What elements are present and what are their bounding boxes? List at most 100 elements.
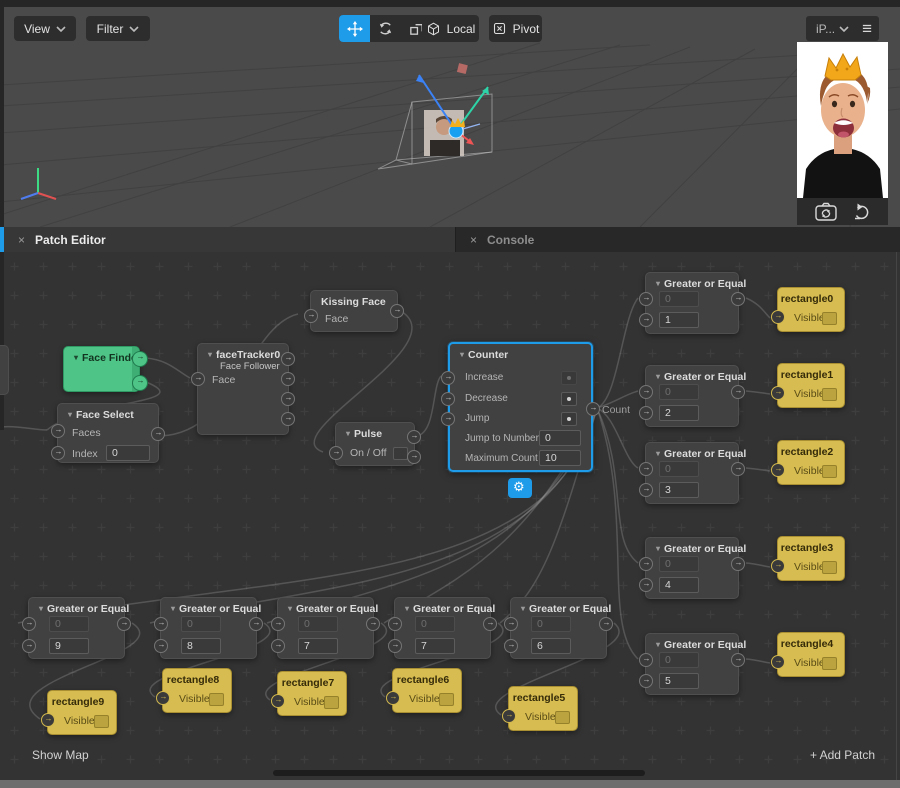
input-port-icon[interactable]: [329, 446, 343, 460]
input-port-icon[interactable]: [271, 694, 285, 708]
visible-checkbox[interactable]: [822, 465, 837, 478]
patch-node-face-select[interactable]: Face Select Faces Index 0: [57, 403, 159, 463]
visible-checkbox[interactable]: [94, 715, 109, 728]
output-port-icon[interactable]: [281, 372, 295, 386]
input-port-icon[interactable]: [154, 639, 168, 653]
goe-threshold-field[interactable]: 6: [531, 638, 571, 654]
patch-node-kissing-face[interactable]: Kissing Face Face: [310, 290, 398, 332]
input-port-icon[interactable]: [191, 372, 205, 386]
output-port-icon[interactable]: [132, 375, 148, 391]
patch-node-greater-or-equal[interactable]: Greater or Equal 0 5: [645, 633, 739, 695]
output-port-icon[interactable]: [731, 385, 745, 399]
input-port-icon[interactable]: [639, 483, 653, 497]
goe-input-field[interactable]: 0: [49, 616, 89, 632]
filter-dropdown[interactable]: Filter: [86, 16, 150, 41]
goe-input-field[interactable]: 0: [531, 616, 571, 632]
output-port-icon[interactable]: [281, 352, 295, 366]
input-port-icon[interactable]: [639, 462, 653, 476]
goe-threshold-field[interactable]: 2: [659, 405, 699, 421]
on-off-checkbox[interactable]: [393, 447, 408, 460]
output-port-icon[interactable]: [407, 450, 421, 464]
patch-node-rectangle[interactable]: rectangle9 Visible: [47, 690, 117, 735]
input-port-icon[interactable]: [504, 639, 518, 653]
offscreen-patch-node[interactable]: [0, 345, 9, 395]
goe-input-field[interactable]: 0: [659, 291, 699, 307]
patch-editor-canvas[interactable]: Kissing Face Face Face Finder faceTracke…: [0, 252, 900, 780]
input-port-icon[interactable]: [386, 691, 400, 705]
goe-threshold-field[interactable]: 4: [659, 577, 699, 593]
input-port-icon[interactable]: [388, 639, 402, 653]
input-port-icon[interactable]: [51, 424, 65, 438]
input-port-icon[interactable]: [22, 639, 36, 653]
input-port-icon[interactable]: [304, 309, 318, 323]
input-port-icon[interactable]: [639, 313, 653, 327]
move-tool-button[interactable]: [339, 15, 370, 42]
pulse-trigger-button[interactable]: [561, 371, 577, 385]
patch-node-face-finder[interactable]: Face Finder: [63, 346, 140, 392]
output-port-icon[interactable]: [390, 304, 404, 318]
output-port-icon[interactable]: [407, 430, 421, 444]
tab-console[interactable]: × Console: [455, 227, 900, 252]
goe-input-field[interactable]: 0: [415, 616, 455, 632]
tab-patch-editor[interactable]: × Patch Editor: [0, 227, 455, 252]
close-icon[interactable]: ×: [470, 233, 477, 247]
output-port-icon[interactable]: [281, 392, 295, 406]
input-port-icon[interactable]: [441, 412, 455, 426]
input-port-icon[interactable]: [154, 617, 168, 631]
device-dropdown[interactable]: iP...: [806, 22, 839, 36]
visible-checkbox[interactable]: [822, 657, 837, 670]
input-port-icon[interactable]: [639, 292, 653, 306]
3d-viewport[interactable]: View Filter: [0, 7, 900, 227]
goe-input-field[interactable]: 0: [659, 384, 699, 400]
camera-flip-button[interactable]: [814, 202, 838, 222]
patch-node-greater-or-equal[interactable]: Greater or Equal 0 7: [394, 597, 491, 659]
patch-node-greater-or-equal[interactable]: Greater or Equal 0 3: [645, 442, 739, 504]
goe-threshold-field[interactable]: 1: [659, 312, 699, 328]
jump-to-number-field[interactable]: 0: [539, 430, 581, 446]
menu-button[interactable]: ≡: [855, 19, 879, 39]
patch-node-rectangle[interactable]: rectangle5 Visible: [508, 686, 578, 731]
patch-node-greater-or-equal[interactable]: Greater or Equal 0 2: [645, 365, 739, 427]
goe-input-field[interactable]: 0: [659, 556, 699, 572]
input-port-icon[interactable]: [639, 406, 653, 420]
patch-node-rectangle[interactable]: rectangle3 Visible: [777, 536, 845, 581]
patch-node-greater-or-equal[interactable]: Greater or Equal 0 4: [645, 537, 739, 599]
input-port-icon[interactable]: [639, 674, 653, 688]
output-port-icon[interactable]: [599, 617, 613, 631]
input-port-icon[interactable]: [22, 617, 36, 631]
input-port-icon[interactable]: [639, 385, 653, 399]
goe-input-field[interactable]: 0: [659, 461, 699, 477]
pulse-trigger-button[interactable]: [561, 412, 577, 426]
goe-threshold-field[interactable]: 7: [298, 638, 338, 654]
visible-checkbox[interactable]: [209, 693, 224, 706]
goe-input-field[interactable]: 0: [659, 652, 699, 668]
visible-checkbox[interactable]: [822, 561, 837, 574]
patch-node-greater-or-equal[interactable]: Greater or Equal 0 7: [277, 597, 374, 659]
patch-node-rectangle[interactable]: rectangle2 Visible: [777, 440, 845, 485]
input-port-icon[interactable]: [156, 691, 170, 705]
horizontal-scrollbar[interactable]: [273, 770, 645, 776]
output-port-icon[interactable]: [731, 462, 745, 476]
input-port-icon[interactable]: [639, 578, 653, 592]
rotate-tool-button[interactable]: [370, 15, 401, 42]
chevron-down-icon[interactable]: [839, 25, 849, 33]
patch-settings-gear-button[interactable]: [508, 478, 532, 498]
output-port-icon[interactable]: [731, 653, 745, 667]
input-port-icon[interactable]: [271, 617, 285, 631]
input-port-icon[interactable]: [771, 655, 785, 669]
output-port-icon[interactable]: [586, 402, 600, 416]
goe-threshold-field[interactable]: 7: [415, 638, 455, 654]
output-port-icon[interactable]: [731, 292, 745, 306]
input-port-icon[interactable]: [771, 386, 785, 400]
patch-node-greater-or-equal[interactable]: Greater or Equal 0 8: [160, 597, 257, 659]
input-port-icon[interactable]: [771, 310, 785, 324]
patch-node-rectangle[interactable]: rectangle0 Visible: [777, 287, 845, 332]
input-port-icon[interactable]: [504, 617, 518, 631]
maximum-count-field[interactable]: 10: [539, 450, 581, 466]
input-port-icon[interactable]: [41, 713, 55, 727]
local-toggle-button[interactable]: Local: [422, 15, 479, 42]
show-map-button[interactable]: Show Map: [32, 748, 89, 762]
input-port-icon[interactable]: [639, 653, 653, 667]
input-port-icon[interactable]: [441, 371, 455, 385]
output-port-icon[interactable]: [151, 427, 165, 441]
